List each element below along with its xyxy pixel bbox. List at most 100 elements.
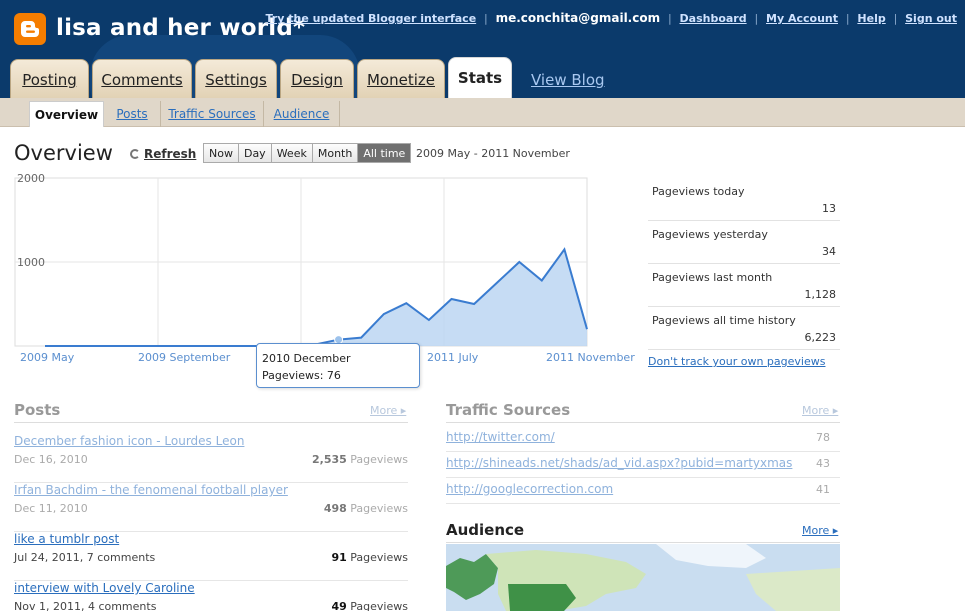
stats-subnav: Overview Posts Traffic Sources Audience xyxy=(0,98,965,127)
stat-value: 34 xyxy=(822,245,836,258)
tooltip-title: 2010 December xyxy=(262,352,351,365)
posts-section-title: Posts xyxy=(14,401,61,419)
audience-section-title: Audience xyxy=(446,521,525,539)
chart-y-tick-label: 2000 xyxy=(17,172,45,185)
post-meta: Nov 1, 2011, 4 comments xyxy=(14,600,157,611)
tab-design[interactable]: Design xyxy=(280,59,354,98)
traffic-source-link[interactable]: http://googlecorrection.com xyxy=(446,482,613,496)
my-account-link[interactable]: My Account xyxy=(766,12,838,25)
updated-interface-link[interactable]: Try the updated Blogger interface xyxy=(266,12,477,25)
range-month-button[interactable]: Month xyxy=(312,144,359,162)
traffic-source-count: 78 xyxy=(816,431,830,444)
blogger-logo-icon[interactable] xyxy=(14,13,46,45)
stat-value: 6,223 xyxy=(804,331,837,344)
list-item: like a tumblr post Jul 24, 2011, 7 comme… xyxy=(14,532,408,581)
help-link[interactable]: Help xyxy=(857,12,885,25)
tooltip-label: Pageviews xyxy=(262,369,320,382)
post-count: 498 xyxy=(323,502,347,515)
range-all-time-button[interactable]: All time xyxy=(358,144,411,162)
separator: | xyxy=(484,12,488,25)
post-title-link[interactable]: Irfan Bachdim - the fenomenal football p… xyxy=(14,483,288,497)
divider xyxy=(14,422,408,423)
time-range-selector: Now Day Week Month All time xyxy=(203,143,412,163)
traffic-source-link[interactable]: http://shineads.net/shads/ad_vid.aspx?pu… xyxy=(446,456,792,470)
tooltip-value-row: Pageviews: 76 xyxy=(262,369,341,382)
separator: | xyxy=(667,12,672,25)
separator: | xyxy=(754,12,759,25)
dont-track-link[interactable]: Don't track your own pageviews xyxy=(648,355,825,368)
post-meta: Jul 24, 2011, 7 comments xyxy=(14,551,156,564)
stat-label: Pageviews last month xyxy=(652,271,773,284)
audience-more-link[interactable]: More ▸ xyxy=(802,524,838,537)
list-item: http://googlecorrection.com 41 xyxy=(446,478,840,504)
subtab-traffic-sources[interactable]: Traffic Sources xyxy=(161,101,264,127)
posts-more-link[interactable]: More ▸ xyxy=(370,404,406,417)
subtab-posts[interactable]: Posts xyxy=(104,101,161,127)
post-meta: Dec 11, 2010 xyxy=(14,502,88,515)
range-day-button[interactable]: Day xyxy=(238,144,272,162)
traffic-source-count: 41 xyxy=(816,483,830,496)
tab-comments[interactable]: Comments xyxy=(92,59,192,98)
refresh-icon xyxy=(130,149,140,159)
stat-all-time: Pageviews all time history 6,223 xyxy=(648,307,840,350)
chart-x-tick-label: 2011 July xyxy=(427,351,479,364)
list-item: Irfan Bachdim - the fenomenal football p… xyxy=(14,483,408,532)
stat-value: 1,128 xyxy=(804,288,837,301)
post-unit: Pageviews xyxy=(350,502,408,515)
subtab-overview[interactable]: Overview xyxy=(29,101,104,127)
tab-stats[interactable]: Stats xyxy=(448,57,512,98)
range-now-button[interactable]: Now xyxy=(204,144,239,162)
list-item: December fashion icon - Lourdes Leon Dec… xyxy=(14,434,408,483)
stat-label: Pageviews today xyxy=(652,185,745,198)
user-email: me.conchita@gmail.com xyxy=(495,11,661,25)
tab-posting[interactable]: Posting xyxy=(10,59,89,98)
divider xyxy=(446,422,840,423)
tab-monetize[interactable]: Monetize xyxy=(357,59,445,98)
chart-y-tick-label: 1000 xyxy=(17,256,45,269)
post-count: 2,535 xyxy=(312,453,347,466)
separator: | xyxy=(845,12,850,25)
traffic-source-link[interactable]: http://twitter.com/ xyxy=(446,430,555,444)
post-title-link[interactable]: December fashion icon - Lourdes Leon xyxy=(14,434,244,448)
subtab-audience[interactable]: Audience xyxy=(264,101,340,127)
range-week-button[interactable]: Week xyxy=(271,144,313,162)
pageviews-chart[interactable]: 2000 1000 2009 May 2009 September 2010 Decem… xyxy=(0,168,640,368)
sign-out-link[interactable]: Sign out xyxy=(905,12,957,25)
date-range-label: 2009 May - 2011 November xyxy=(416,147,570,160)
post-pageviews: 91 Pageviews xyxy=(331,551,408,564)
chart-x-tick-label: 2009 September xyxy=(138,351,231,364)
post-count: 91 xyxy=(331,551,347,564)
separator: | xyxy=(893,12,898,25)
tab-settings[interactable]: Settings xyxy=(195,59,277,98)
post-unit: Pageviews xyxy=(350,551,408,564)
post-title-link[interactable]: interview with Lovely Caroline xyxy=(14,581,195,595)
chart-x-tick-label: 2011 November xyxy=(546,351,635,364)
post-pageviews: 498 Pageviews xyxy=(324,502,408,515)
list-item: http://twitter.com/ 78 xyxy=(446,426,840,452)
stat-yesterday: Pageviews yesterday 34 xyxy=(648,221,840,264)
audience-world-map[interactable] xyxy=(446,544,840,611)
list-item: http://shineads.net/shads/ad_vid.aspx?pu… xyxy=(446,452,840,478)
post-title-link[interactable]: like a tumblr post xyxy=(14,532,119,546)
stat-label: Pageviews yesterday xyxy=(652,228,768,241)
post-unit: Pageviews xyxy=(350,600,408,611)
divider xyxy=(446,542,840,543)
stat-label: Pageviews all time history xyxy=(652,314,796,327)
account-links: Try the updated Blogger interface | me.c… xyxy=(266,11,957,25)
traffic-source-count: 43 xyxy=(816,457,830,470)
blogger-header: lisa and her world* Try the updated Blog… xyxy=(0,0,965,98)
tooltip-value: 76 xyxy=(326,369,341,382)
page-title: Overview xyxy=(14,141,113,165)
stat-value: 13 xyxy=(822,202,836,215)
chart-tooltip: 2010 December Pageviews: 76 xyxy=(256,343,420,388)
view-blog-link[interactable]: View Blog xyxy=(531,71,605,89)
dashboard-link[interactable]: Dashboard xyxy=(680,12,747,25)
stat-today: Pageviews today 13 xyxy=(648,178,840,221)
traffic-more-link[interactable]: More ▸ xyxy=(802,404,838,417)
refresh-label: Refresh xyxy=(144,147,197,161)
pageview-stats: Pageviews today 13 Pageviews yesterday 3… xyxy=(648,178,840,350)
post-pageviews: 49 Pageviews xyxy=(331,600,408,611)
refresh-button[interactable]: Refresh xyxy=(130,147,196,161)
post-pageviews: 2,535 Pageviews xyxy=(312,453,408,466)
post-count: 49 xyxy=(331,600,347,611)
